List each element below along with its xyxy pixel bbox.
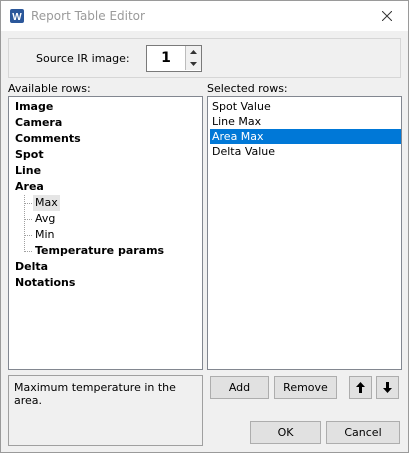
close-button[interactable] bbox=[376, 6, 398, 26]
tree-connector-branch bbox=[25, 251, 32, 252]
tree-connector-branch bbox=[25, 203, 32, 204]
source-ir-image-label: Source IR image: bbox=[36, 52, 130, 65]
move-up-button[interactable] bbox=[349, 376, 372, 399]
svg-text:W: W bbox=[12, 12, 22, 23]
remove-button[interactable]: Remove bbox=[274, 376, 337, 399]
spinner-down-icon bbox=[190, 62, 197, 66]
list-item[interactable]: Delta Value bbox=[210, 144, 401, 159]
tree-item-camera[interactable]: Camera bbox=[15, 115, 62, 131]
tree-item-delta[interactable]: Delta bbox=[15, 259, 48, 275]
ok-button[interactable]: OK bbox=[250, 421, 321, 444]
tree-item-image[interactable]: Image bbox=[15, 99, 53, 115]
tree-item-notations[interactable]: Notations bbox=[15, 275, 75, 291]
tree-item-comments[interactable]: Comments bbox=[15, 131, 81, 147]
list-item-selected[interactable]: Area Max bbox=[210, 129, 401, 144]
report-table-editor-dialog: W Report Table Editor Source IR image: 1… bbox=[0, 0, 409, 453]
close-icon bbox=[382, 11, 392, 21]
move-down-button[interactable] bbox=[376, 376, 399, 399]
word-icon: W bbox=[10, 9, 24, 23]
tree-item-max[interactable]: Max bbox=[33, 195, 60, 211]
available-rows-tree[interactable]: Image Camera Comments Spot Line Area Max… bbox=[8, 96, 203, 370]
arrow-up-icon bbox=[356, 382, 365, 393]
description-box: Maximum temperature in the area. bbox=[8, 375, 203, 446]
list-item[interactable]: Line Max bbox=[210, 114, 401, 129]
tree-connector-branch bbox=[25, 235, 32, 236]
tree-connector-branch bbox=[25, 219, 32, 220]
title-bar: W Report Table Editor bbox=[1, 1, 408, 31]
add-button[interactable]: Add bbox=[210, 376, 269, 399]
tree-item-min[interactable]: Min bbox=[35, 227, 55, 243]
list-item[interactable]: Spot Value bbox=[210, 99, 401, 114]
cancel-button[interactable]: Cancel bbox=[326, 421, 400, 444]
source-ir-image-spinner[interactable]: 1 bbox=[146, 45, 202, 72]
spinner-up-icon bbox=[190, 50, 197, 54]
window-title: Report Table Editor bbox=[31, 9, 145, 23]
description-text: Maximum temperature in the area. bbox=[14, 381, 176, 407]
source-ir-image-value[interactable]: 1 bbox=[147, 46, 185, 71]
selected-rows-label: Selected rows: bbox=[207, 82, 288, 95]
spinner-down-button[interactable] bbox=[185, 58, 201, 70]
tree-item-temperature-params[interactable]: Temperature params bbox=[35, 243, 164, 259]
tree-item-area[interactable]: Area bbox=[15, 179, 44, 195]
tree-item-line[interactable]: Line bbox=[15, 163, 41, 179]
arrow-down-icon bbox=[383, 382, 392, 393]
tree-item-spot[interactable]: Spot bbox=[15, 147, 44, 163]
available-rows-label: Available rows: bbox=[8, 82, 91, 95]
tree-item-avg[interactable]: Avg bbox=[35, 211, 55, 227]
selected-rows-list[interactable]: Spot Value Line Max Area Max Delta Value bbox=[207, 96, 402, 370]
